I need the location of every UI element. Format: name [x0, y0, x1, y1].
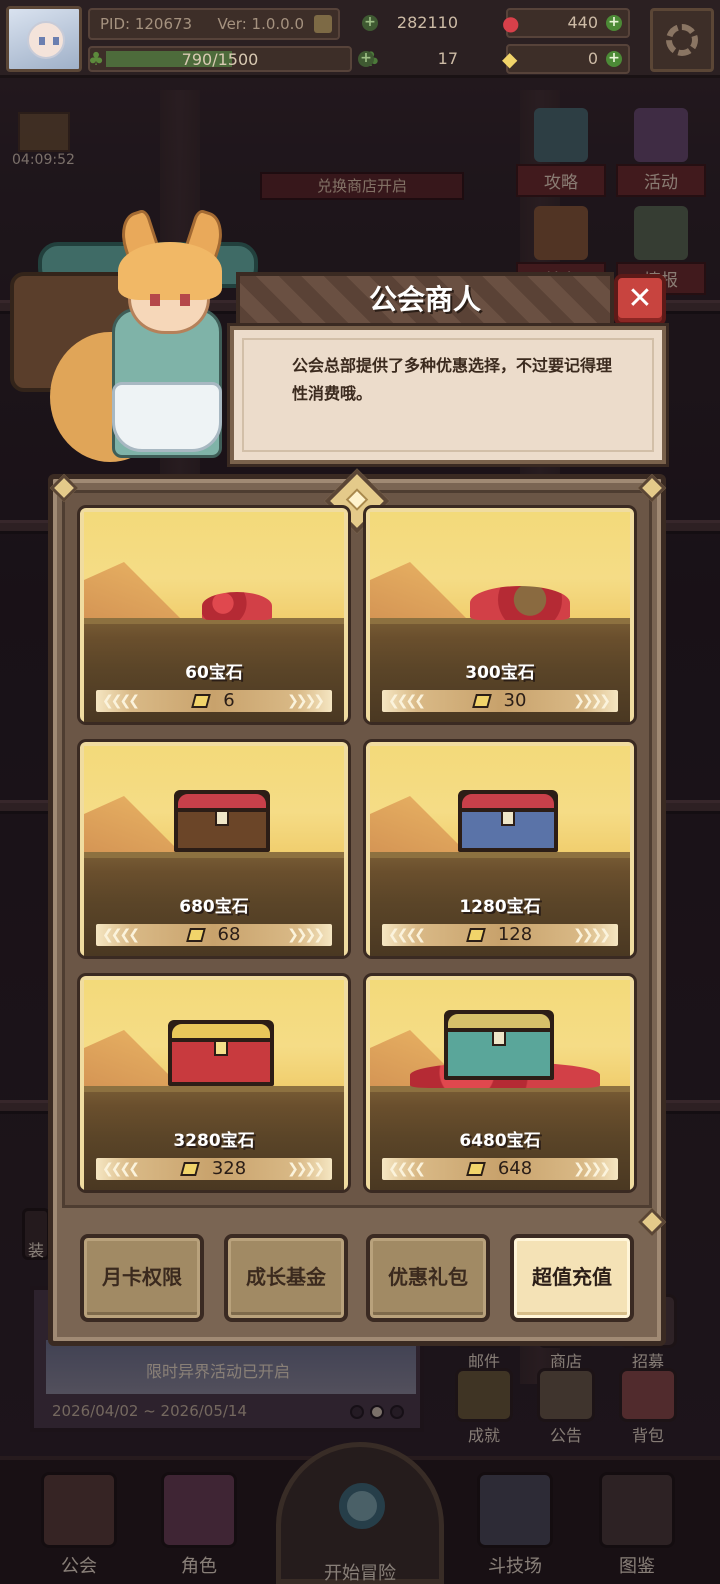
item-price: ❮❮❮❮ 6 ❯❯❯❯ — [96, 690, 332, 712]
chevron-right-icon: ❯❯❯❯ — [287, 1161, 325, 1177]
tab-value-recharge[interactable]: 超值充值 — [510, 1234, 634, 1322]
chevron-left-icon: ❮❮❮❮ — [102, 693, 140, 709]
shop-item-60-gems[interactable]: 60宝石 ❮❮❮❮ 6 ❯❯❯❯ — [80, 508, 348, 722]
shop-item-1280-gems[interactable]: 1280宝石 ❮❮❮❮ 128 ❯❯❯❯ — [366, 742, 634, 956]
tab-monthly-card[interactable]: 月卡权限 — [80, 1234, 204, 1322]
item-price: ❮❮❮❮ 328 ❯❯❯❯ — [96, 1158, 332, 1180]
gold-value: 282110 — [396, 13, 458, 32]
item-price-value: 648 — [497, 1158, 533, 1179]
chevron-left-icon: ❮❮❮❮ — [102, 1161, 140, 1177]
chevron-right-icon: ❯❯❯❯ — [573, 1161, 611, 1177]
merchant-skirt — [112, 382, 222, 452]
coupon-icon — [185, 928, 206, 942]
add-clover-icon[interactable]: + — [358, 51, 374, 67]
coupon-icon: ◆ — [502, 47, 518, 71]
item-name: 1280宝石 — [459, 897, 541, 917]
player-id-box: PID: 120673 Ver: 1.0.0.0 — [88, 8, 340, 40]
shop-item-3280-gems[interactable]: 3280宝石 ❮❮❮❮ 328 ❯❯❯❯ — [80, 976, 348, 1190]
item-name: 6480宝石 — [459, 1131, 541, 1151]
item-name: 60宝石 — [185, 663, 243, 683]
item-price: ❮❮❮❮ 30 ❯❯❯❯ — [382, 690, 618, 712]
item-price: ❮❮❮❮ 128 ❯❯❯❯ — [382, 924, 618, 946]
copy-icon[interactable] — [314, 15, 332, 33]
item-price: ❮❮❮❮ 68 ❯❯❯❯ — [96, 924, 332, 946]
coupon-icon — [471, 694, 492, 708]
chest-lid — [174, 790, 270, 812]
gold-chest-icon — [168, 1020, 274, 1086]
gem-pile-icon — [202, 592, 272, 620]
clover-value: 17 — [437, 49, 458, 68]
clover-counter: ♣ 17 + — [356, 44, 490, 74]
wooden-chest-icon — [174, 790, 270, 852]
coupon-value: 0 — [587, 49, 598, 68]
chest-lid — [444, 1010, 554, 1032]
avatar-eye — [53, 37, 59, 45]
jade-chest-icon — [444, 1010, 554, 1080]
chevron-left-icon: ❮❮❮❮ — [102, 927, 140, 943]
chest-lid — [458, 790, 558, 812]
add-coupons-icon[interactable]: + — [606, 51, 622, 67]
add-gold-icon[interactable]: + — [362, 15, 378, 31]
chevron-left-icon: ❮❮❮❮ — [388, 927, 426, 943]
player-id: PID: 120673 — [100, 15, 193, 33]
merchant-hair — [118, 242, 222, 300]
item-price: ❮❮❮❮ 648 ❯❯❯❯ — [382, 1158, 618, 1180]
item-name: 300宝石 — [465, 663, 535, 683]
top-status-bar: PID: 120673 Ver: 1.0.0.0 ♣ 790/1500 2821… — [0, 0, 720, 78]
merchant-eye — [150, 294, 160, 306]
chevron-left-icon: ❮❮❮❮ — [388, 693, 426, 709]
item-name: 680宝石 — [179, 897, 249, 917]
gem-sack-icon — [470, 586, 570, 620]
steel-chest-icon — [458, 790, 558, 852]
merchant-eye — [180, 294, 190, 306]
item-price-value: 68 — [217, 924, 241, 945]
settings-button[interactable] — [650, 8, 714, 72]
chest-lid — [168, 1020, 274, 1042]
coupon-icon — [179, 1162, 200, 1176]
tab-growth-fund[interactable]: 成长基金 — [224, 1234, 348, 1322]
tab-discount-pack[interactable]: 优惠礼包 — [366, 1234, 490, 1322]
coupon-icon — [465, 928, 486, 942]
dialog-text: 公会总部提供了多种优惠选择，不过要记得理性消费哦。 — [292, 356, 613, 403]
dialog-title: 公会商人 — [368, 283, 481, 316]
item-price-value: 128 — [497, 924, 533, 945]
item-price-value: 6 — [223, 690, 235, 711]
avatar-eye — [39, 37, 45, 45]
experience-bar: ♣ 790/1500 — [88, 46, 352, 72]
coupon-counter: ◆ 0 + — [502, 44, 630, 74]
chest-lock — [492, 1030, 506, 1046]
shop-item-6480-gems[interactable]: 6480宝石 ❮❮❮❮ 648 ❯❯❯❯ — [366, 976, 634, 1190]
coupon-icon — [191, 694, 212, 708]
gem-counter: ● 440 + — [502, 8, 630, 38]
chevron-right-icon: ❯❯❯❯ — [287, 693, 325, 709]
item-price-value: 30 — [503, 690, 527, 711]
experience-text: 790/1500 — [181, 50, 259, 69]
gold-counter: 282110 + — [360, 8, 490, 38]
gem-value: 440 — [567, 13, 598, 32]
add-gems-icon[interactable]: + — [606, 15, 622, 31]
shop-item-300-gems[interactable]: 300宝石 ❮❮❮❮ 30 ❯❯❯❯ — [366, 508, 634, 722]
item-name: 3280宝石 — [173, 1131, 255, 1151]
chevron-right-icon: ❯❯❯❯ — [287, 927, 325, 943]
player-avatar[interactable] — [6, 6, 82, 72]
chevron-left-icon: ❮❮❮❮ — [388, 1161, 426, 1177]
chest-lock — [215, 810, 229, 826]
item-price-value: 328 — [211, 1158, 247, 1179]
chevron-right-icon: ❯❯❯❯ — [573, 927, 611, 943]
chest-lock — [214, 1040, 228, 1056]
chest-lock — [501, 810, 515, 826]
close-icon: ✕ — [627, 281, 653, 316]
shop-item-680-gems[interactable]: 680宝石 ❮❮❮❮ 68 ❯❯❯❯ — [80, 742, 348, 956]
gear-icon — [666, 24, 698, 56]
close-button[interactable]: ✕ — [614, 274, 666, 326]
chevron-right-icon: ❯❯❯❯ — [573, 693, 611, 709]
game-version: Ver: 1.0.0.0 — [217, 15, 304, 33]
coupon-icon — [465, 1162, 486, 1176]
ruby-icon: ● — [502, 11, 520, 35]
avatar-face — [27, 21, 65, 59]
